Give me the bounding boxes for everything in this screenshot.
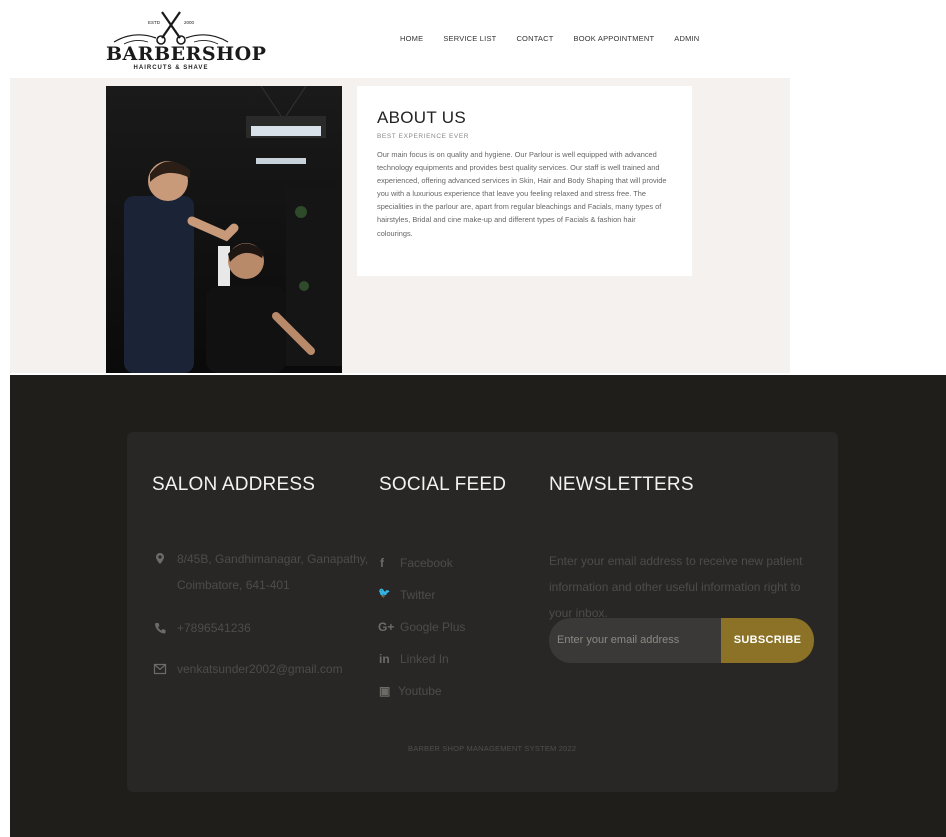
logo-est-left: ESTD	[148, 20, 161, 25]
youtube-icon: ▣	[379, 684, 391, 698]
barber-photo	[106, 86, 342, 373]
copyright-text: BARBER SHOP MANAGEMENT SYSTEM 2022	[408, 744, 577, 753]
logo-tagline: HAIRCUTS & SHAVE	[133, 65, 209, 71]
scissors-emblem-icon: ESTD 2000	[113, 11, 229, 45]
logo-title: BARBERSHOP	[106, 43, 267, 65]
salon-address-title: SALON ADDRESS	[152, 474, 316, 495]
logo-est-right: 2000	[184, 20, 195, 25]
social-facebook-link[interactable]: Facebook	[400, 556, 453, 570]
nav-admin[interactable]: ADMIN	[674, 34, 699, 43]
barbershop-logo[interactable]: ESTD 2000 BARBERSHOP HAIRCUTS & SHAVE	[104, 8, 266, 71]
address-line-1: 8/45B, Gandhimanagar, Ganapathy,	[177, 552, 369, 566]
social-twitter-link[interactable]: Twitter	[400, 588, 435, 602]
twitter-icon: 🐦	[378, 588, 391, 599]
about-body: Our main focus is on quality and hygiene…	[377, 150, 667, 238]
site-header: ESTD 2000 BARBERSHOP HAIRCUTS & SHAVE HO…	[0, 0, 946, 78]
linkedin-icon: in	[379, 652, 390, 666]
newsletter-description: Enter your email address to receive new …	[549, 554, 803, 620]
newsletters-title: NEWSLETTERS	[549, 474, 694, 495]
phone-number[interactable]: +7896541236	[177, 615, 251, 641]
address-line-2: Coimbatore, 641-401	[177, 578, 290, 592]
nav-service-list[interactable]: SERVICE LIST	[443, 34, 496, 43]
social-google-plus-link[interactable]: Google Plus	[400, 620, 465, 634]
nav-contact[interactable]: CONTACT	[516, 34, 553, 43]
nav-home[interactable]: HOME	[400, 34, 423, 43]
map-pin-icon	[156, 553, 164, 564]
email-icon	[153, 663, 167, 675]
social-linkedin-link[interactable]: Linked In	[400, 652, 449, 666]
about-subtitle: BEST EXPERIENCE EVER	[377, 133, 470, 140]
about-card: ABOUT US BEST EXPERIENCE EVER Our main f…	[357, 86, 692, 276]
subscribe-button[interactable]: SUBSCRIBE	[721, 618, 814, 663]
nav-book-appointment[interactable]: BOOK APPOINTMENT	[574, 34, 655, 43]
newsletter-email-input[interactable]: Enter your email address	[549, 618, 721, 663]
email-address[interactable]: venkatsunder2002@gmail.com	[177, 656, 343, 682]
social-youtube-link[interactable]: Youtube	[398, 684, 442, 698]
main-nav: HOME SERVICE LIST CONTACT BOOK APPOINTME…	[400, 34, 719, 43]
google-plus-icon: G+	[378, 620, 395, 634]
about-title: ABOUT US	[377, 108, 466, 127]
facebook-icon: f	[380, 556, 384, 570]
social-feed-title: SOCIAL FEED	[379, 474, 507, 495]
phone-icon	[155, 623, 166, 634]
